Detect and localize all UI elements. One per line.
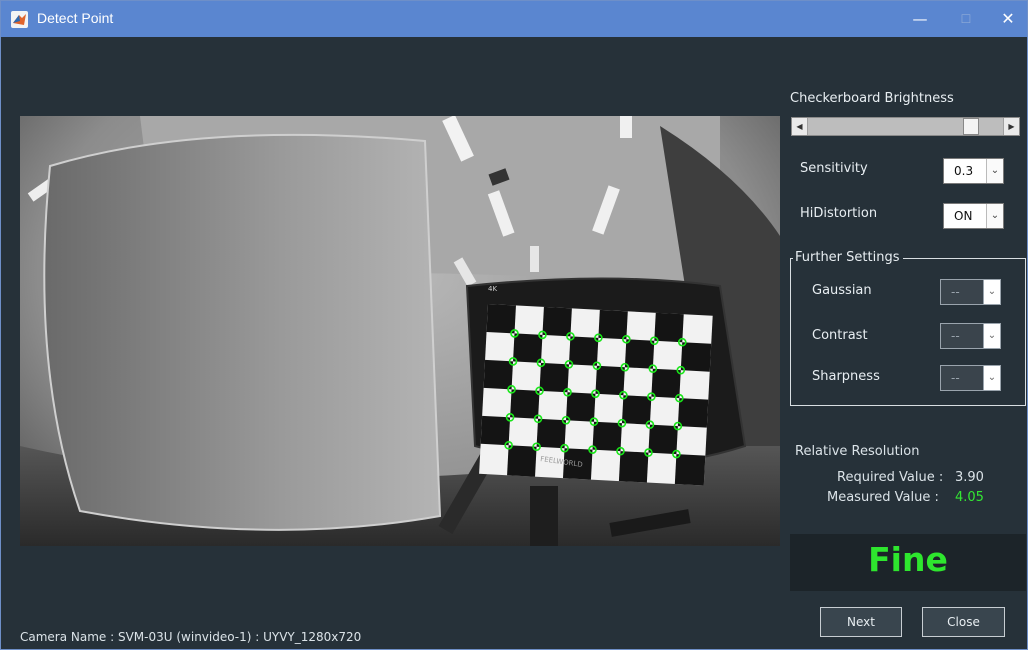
matlab-logo-icon: [11, 11, 28, 28]
sharpness-value: --: [951, 371, 960, 385]
measured-value-label: Measured Value :: [827, 490, 939, 505]
camera-name-label: Camera Name : SVM-03U (winvideo-1) : UYV…: [20, 630, 362, 644]
sensitivity-select[interactable]: 0.3 ⌄: [943, 158, 1004, 184]
hidistortion-select[interactable]: ON ⌄: [943, 203, 1004, 229]
chevron-down-icon[interactable]: ⌄: [983, 280, 1000, 304]
slider-thumb[interactable]: [963, 118, 979, 135]
required-value-label: Required Value :: [837, 470, 944, 485]
brightness-label: Checkerboard Brightness: [790, 91, 954, 106]
status-text: Fine: [868, 540, 948, 579]
window-title: Detect Point: [37, 10, 114, 26]
gaussian-label: Gaussian: [812, 283, 872, 298]
hidistortion-label: HiDistortion: [800, 206, 878, 221]
brightness-slider[interactable]: ◀ ▶: [791, 117, 1020, 136]
maximize-button[interactable]: ☐: [943, 1, 989, 37]
hidistortion-value: ON: [954, 209, 973, 223]
chevron-down-icon[interactable]: ⌄: [986, 159, 1003, 183]
measured-value: 4.05: [955, 490, 984, 505]
minimize-button[interactable]: —: [897, 1, 943, 37]
gaussian-value: --: [951, 285, 960, 299]
slider-left-arrow-icon[interactable]: ◀: [792, 118, 808, 135]
contrast-value: --: [951, 329, 960, 343]
gaussian-select[interactable]: -- ⌄: [940, 279, 1001, 305]
close-button[interactable]: Close: [922, 607, 1005, 637]
status-panel: Fine: [790, 534, 1026, 591]
camera-preview: 4K FEELWORLD: [20, 116, 780, 546]
svg-text:4K: 4K: [488, 285, 497, 293]
slider-right-arrow-icon[interactable]: ▶: [1003, 118, 1019, 135]
detect-point-window: Detect Point — ☐ ✕ 4K FEELWORLD Checkerb…: [0, 0, 1028, 650]
next-button[interactable]: Next: [820, 607, 902, 637]
sharpness-select[interactable]: -- ⌄: [940, 365, 1001, 391]
contrast-select[interactable]: -- ⌄: [940, 323, 1001, 349]
further-settings-title: Further Settings: [793, 250, 904, 265]
sensitivity-label: Sensitivity: [800, 161, 868, 176]
chevron-down-icon[interactable]: ⌄: [983, 366, 1000, 390]
close-window-button[interactable]: ✕: [985, 1, 1027, 37]
relative-resolution-title: Relative Resolution: [795, 444, 920, 459]
chevron-down-icon[interactable]: ⌄: [986, 204, 1003, 228]
sensitivity-value: 0.3: [954, 164, 974, 178]
contrast-label: Contrast: [812, 328, 868, 343]
camera-frame-image: 4K FEELWORLD: [20, 116, 780, 546]
required-value: 3.90: [955, 470, 984, 485]
sharpness-label: Sharpness: [812, 369, 880, 384]
chevron-down-icon[interactable]: ⌄: [983, 324, 1000, 348]
title-bar: Detect Point — ☐ ✕: [1, 1, 1027, 37]
